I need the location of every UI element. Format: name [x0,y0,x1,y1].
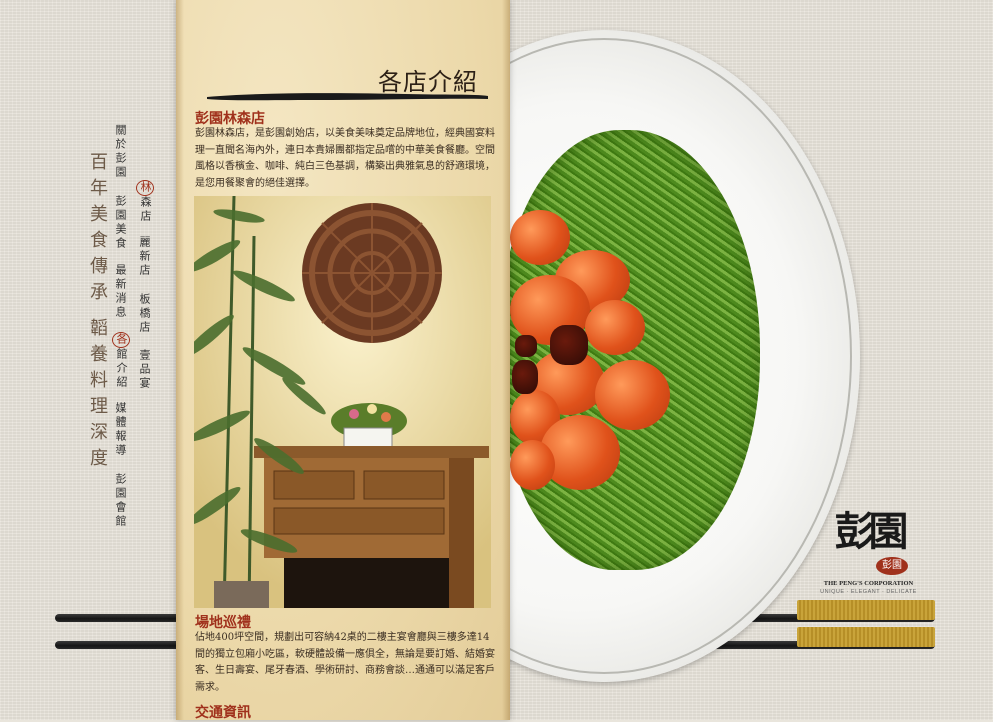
brush-stroke-divider [207,93,488,101]
logo-mark: 彭園 [834,508,909,555]
logo-corporation-name: THE PENG'S CORPORATION [823,580,914,587]
store-name-heading: 彭園林森店 [195,111,265,127]
chili-food [515,335,537,357]
subnav-item-banqiao[interactable]: 板橋店 [136,293,152,335]
nav-item-news[interactable]: 最新消息 [112,264,128,320]
chopstick-gold-band-top [797,600,935,620]
store-interior-photo [194,196,491,608]
transport-heading[interactable]: 交通資訊 [195,702,251,722]
subnav-item-linsen[interactable]: 林森店 [136,180,154,224]
shrimp-food [510,440,555,490]
chili-food [512,360,538,394]
venue-heading: 場地巡禮 [195,615,251,631]
venue-description: 佔地400坪空間，規劃出可容納42桌的二樓主宴會廳與三樓多達14間的獨立包廂小吃… [195,632,495,693]
shrimp-food [585,300,645,355]
subnav-item-yipinyan[interactable]: 壹品宴 [136,349,152,391]
subnav-item-lixin[interactable]: 麗新店 [136,236,152,278]
shrimp-food [595,360,670,430]
chili-food [550,325,588,365]
nav-item-about[interactable]: 關於彭園 [112,124,128,180]
logo-seal: 彭園 [876,557,908,575]
nav-item-media[interactable]: 媒體報導 [112,402,128,458]
chopstick-gold-band-bottom [797,627,935,647]
active-marker-circle: 各 [112,332,130,348]
shrimp-food [510,210,570,265]
nav-item-branches-rest: 館介紹 [115,348,128,390]
store-description: 彭園林森店，是彭園創始店，以美食美味奠定品牌地位，經典國宴料理一直聞名海內外，連… [195,128,495,189]
interior-illustration [194,196,491,608]
nav-item-clubhouse[interactable]: 彭園會館 [112,473,128,529]
logo-tagline: UNIQUE · ELEGANT · DELICATE [820,589,917,595]
nav-item-cuisine[interactable]: 彭園美食 [112,195,128,251]
slogan-line-2: 韜養料理深度 [87,318,108,474]
active-marker-circle: 林 [136,180,154,196]
slogan-line-1: 百年美食傳承 [87,152,108,308]
pengs-logo[interactable]: 彭園 彭園 THE PENG'S CORPORATION UNIQUE · EL… [816,512,921,602]
nav-item-branches[interactable]: 各館介紹 [112,332,130,390]
subnav-item-linsen-rest: 森店 [139,196,152,224]
